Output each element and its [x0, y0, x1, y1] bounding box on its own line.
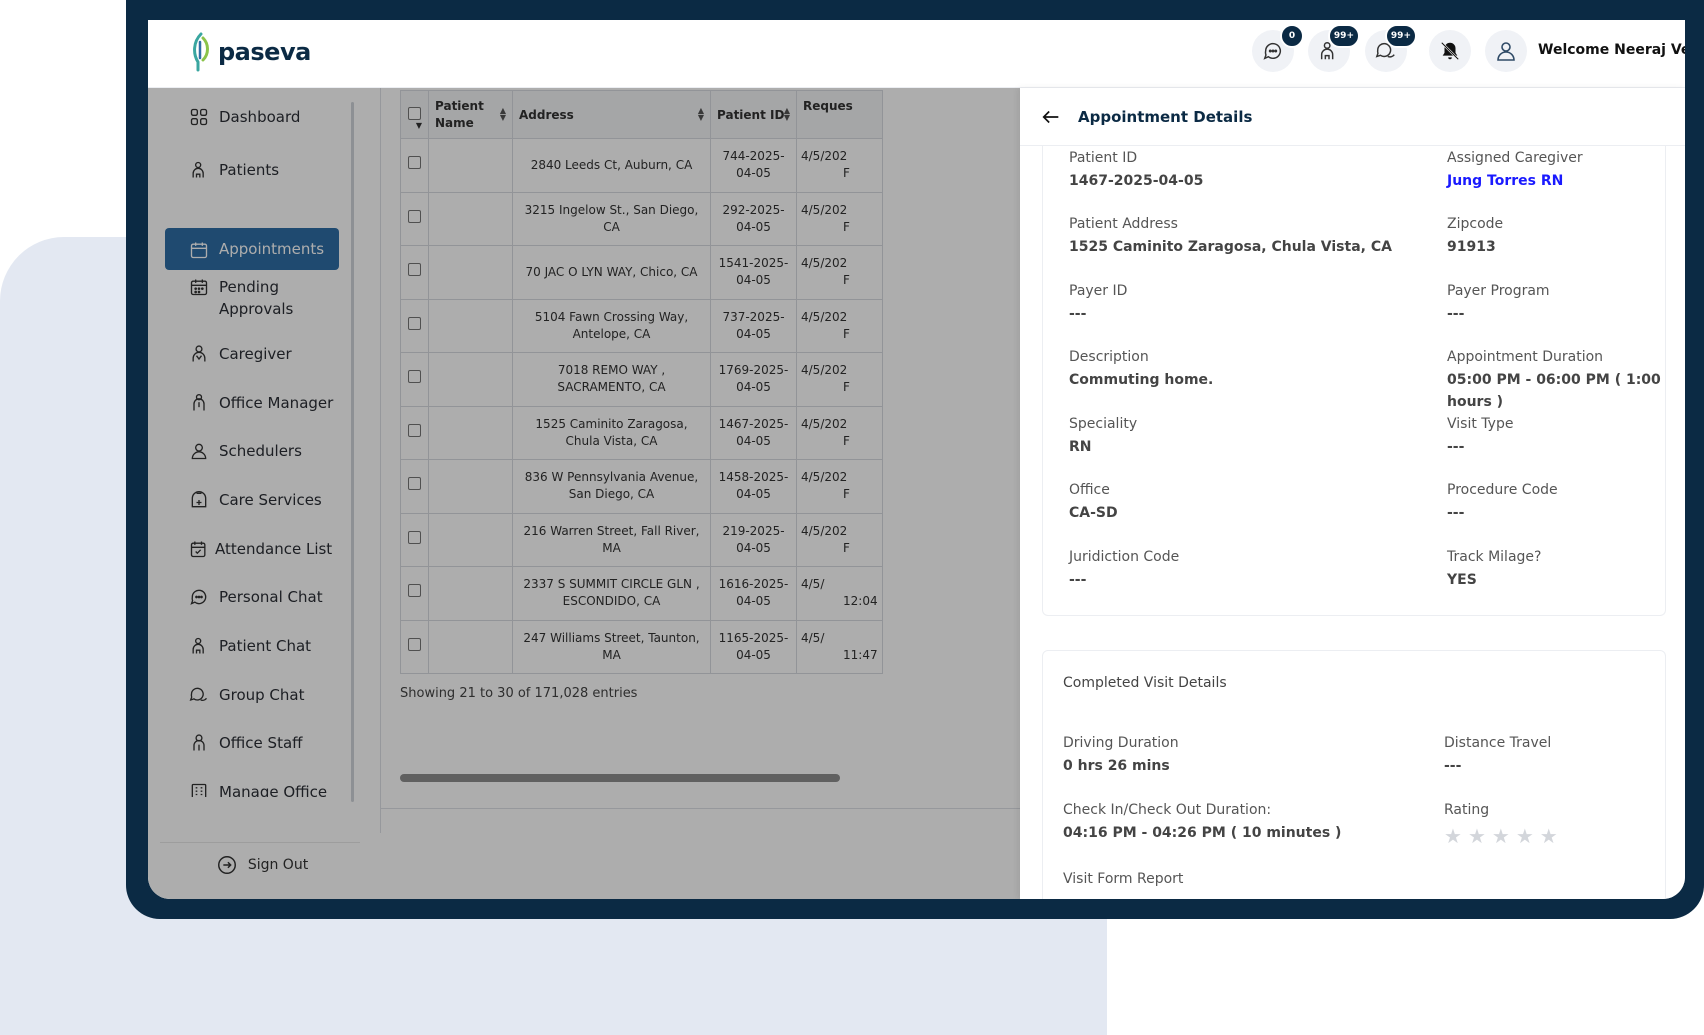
completed-visit-title: Completed Visit Details: [1063, 675, 1227, 691]
chat-badge: 0: [1280, 24, 1304, 48]
field-value: CA-SD: [1069, 505, 1118, 521]
field-track-milage: Track Milage? YES: [1447, 547, 1541, 591]
field-label: Visit Type: [1447, 416, 1514, 432]
field-payer-id: Payer ID ---: [1069, 281, 1127, 325]
modal-backdrop[interactable]: [148, 88, 1020, 899]
bell-off-icon: [1440, 41, 1460, 61]
paseva-logo-icon: [193, 32, 209, 72]
field-label: Procedure Code: [1447, 482, 1558, 498]
field-label: Check In/Check Out Duration:: [1063, 802, 1272, 818]
field-label: Rating: [1444, 802, 1490, 818]
field-patient-address: Patient Address 1525 Caminito Zaragosa, …: [1069, 214, 1392, 258]
appointment-details-panel: Appointment Details Patient ID 1467-2025…: [1020, 88, 1685, 899]
field-assigned-caregiver: Assigned Caregiver Jung Torres RN: [1447, 148, 1583, 192]
star-icon[interactable]: ★: [1540, 826, 1558, 846]
field-label: Payer ID: [1069, 283, 1128, 299]
field-label: Speciality: [1069, 416, 1138, 432]
profile-avatar[interactable]: [1485, 30, 1527, 72]
patient-chat-badge: 99+: [1327, 24, 1360, 48]
patient-chat-button[interactable]: 99+: [1308, 24, 1360, 72]
field-juridiction-code: Juridiction Code ---: [1069, 547, 1179, 591]
user-avatar-icon: [1497, 42, 1515, 61]
top-header: paseva 0 99+ 99+ Welcome Neeraj Ven: [148, 20, 1685, 88]
field-visit-form-report: Visit Form Report: [1063, 869, 1183, 889]
field-label: Office: [1069, 482, 1110, 498]
field-procedure-code: Procedure Code ---: [1447, 480, 1558, 524]
field-value: RN: [1069, 439, 1092, 455]
field-value: ---: [1444, 758, 1462, 774]
notifications-button[interactable]: [1429, 30, 1471, 72]
field-value: 04:16 PM - 04:26 PM ( 10 minutes ): [1063, 825, 1342, 841]
brand-name: paseva: [218, 38, 311, 66]
star-icon[interactable]: ★: [1468, 826, 1486, 846]
field-label: Track Milage?: [1447, 549, 1542, 565]
appointment-info-card: Patient ID 1467-2025-04-05 Assigned Care…: [1042, 146, 1666, 616]
field-office: Office CA-SD: [1069, 480, 1118, 524]
star-icon[interactable]: ★: [1516, 826, 1534, 846]
field-value: 91913: [1447, 239, 1496, 255]
field-speciality: Speciality RN: [1069, 414, 1137, 458]
field-label: Patient ID: [1069, 150, 1138, 166]
field-value: 05:00 PM - 06:00 PM ( 1:00 hours ): [1447, 372, 1661, 410]
app-screen: paseva 0 99+ 99+ Welcome Neeraj Ven Dash…: [148, 20, 1685, 899]
field-label: Appointment Duration: [1447, 349, 1604, 365]
field-value: ---: [1447, 505, 1465, 521]
back-arrow-icon[interactable]: [1040, 106, 1062, 128]
field-value: ---: [1069, 572, 1087, 588]
field-value: ---: [1447, 306, 1465, 322]
field-value: ---: [1069, 306, 1087, 322]
field-value: 1467-2025-04-05: [1069, 173, 1204, 189]
personal-chat-button[interactable]: 0: [1252, 24, 1304, 72]
rating-stars: ★ ★ ★ ★ ★: [1444, 826, 1558, 846]
field-rating: Rating ★ ★ ★ ★ ★: [1444, 800, 1558, 846]
star-icon[interactable]: ★: [1444, 826, 1462, 846]
brand-logo[interactable]: paseva: [190, 32, 311, 72]
field-value: 1525 Caminito Zaragosa, Chula Vista, CA: [1069, 239, 1392, 255]
field-value: 0 hrs 26 mins: [1063, 758, 1170, 774]
group-chat-button[interactable]: 99+: [1365, 24, 1417, 72]
field-value: YES: [1447, 572, 1477, 588]
field-visit-type: Visit Type ---: [1447, 414, 1513, 458]
field-description: Description Commuting home.: [1069, 347, 1213, 391]
field-value: Commuting home.: [1069, 372, 1214, 388]
panel-header: Appointment Details: [1020, 88, 1685, 146]
field-driving-duration: Driving Duration 0 hrs 26 mins: [1063, 733, 1179, 777]
field-check-in-out: Check In/Check Out Duration: 04:16 PM - …: [1063, 800, 1341, 844]
field-label: Visit Form Report: [1063, 871, 1184, 887]
field-label: Juridiction Code: [1069, 549, 1180, 565]
caregiver-link[interactable]: Jung Torres RN: [1447, 170, 1583, 192]
star-icon[interactable]: ★: [1492, 826, 1510, 846]
field-label: Driving Duration: [1063, 735, 1179, 751]
field-zipcode: Zipcode 91913: [1447, 214, 1503, 258]
field-label: Patient Address: [1069, 216, 1178, 232]
field-distance-travel: Distance Travel ---: [1444, 733, 1551, 777]
field-value: ---: [1447, 439, 1465, 455]
field-label: Distance Travel: [1444, 735, 1552, 751]
field-label: Payer Program: [1447, 283, 1550, 299]
field-appointment-duration: Appointment Duration 05:00 PM - 06:00 PM…: [1447, 347, 1665, 413]
field-label: Assigned Caregiver: [1447, 150, 1583, 166]
field-label: Zipcode: [1447, 216, 1504, 232]
welcome-text: Welcome Neeraj Ven: [1538, 42, 1685, 58]
panel-title: Appointment Details: [1078, 107, 1253, 126]
group-chat-badge: 99+: [1384, 24, 1417, 48]
field-patient-id: Patient ID 1467-2025-04-05: [1069, 148, 1203, 192]
chat-bubble-icon: [1263, 42, 1281, 60]
field-payer-program: Payer Program ---: [1447, 281, 1550, 325]
field-label: Description: [1069, 349, 1149, 365]
completed-visit-card: Completed Visit Details Driving Duration…: [1042, 650, 1666, 899]
